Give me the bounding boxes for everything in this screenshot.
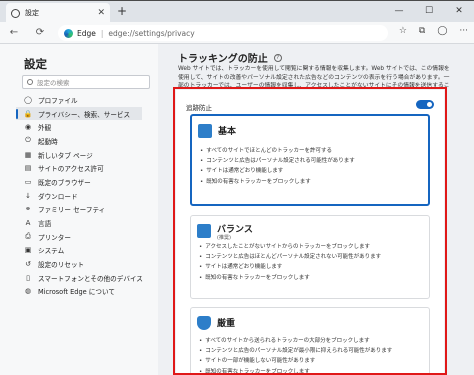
- address-bar[interactable]: Edge | edge://settings/privacy: [58, 25, 388, 41]
- sidebar-item[interactable]: ↓ ダウンロード: [24, 189, 154, 203]
- close-tab-icon[interactable]: ✕: [97, 8, 105, 18]
- phone-icon: ▯: [26, 273, 30, 282]
- tab-title: 設定: [25, 9, 39, 17]
- printer-icon: ⎙: [25, 232, 31, 241]
- search-icon: [27, 79, 33, 85]
- toolbar-actions: ☆ ⧉ ◯ ···: [399, 26, 468, 36]
- sidebar-item[interactable]: ◯ プロファイル: [24, 93, 154, 107]
- reset-icon: ↺: [25, 260, 31, 269]
- language-icon: A: [25, 219, 31, 228]
- collections-icon[interactable]: ⧉: [419, 26, 425, 36]
- sidebar-item-label: 言語: [38, 220, 52, 229]
- sidebar-item[interactable]: ▭ 既定のブラウザー: [24, 175, 154, 189]
- url-text: edge://settings/privacy: [108, 28, 195, 38]
- window-controls: — ☐ ✕: [384, 1, 474, 21]
- sidebar-item-label: プライバシー、検索、サービス: [38, 110, 131, 119]
- sidebar-item-label: 起動時: [38, 137, 58, 146]
- sidebar-item-label: 設定のリセット: [38, 261, 85, 270]
- newtab-icon: ▦: [24, 150, 32, 159]
- sidebar-item-label: プリンター: [38, 233, 71, 242]
- menu-icon[interactable]: ···: [459, 26, 468, 36]
- sidebar-item-label: Microsoft Edge について: [38, 288, 115, 297]
- edge-icon: ◍: [24, 287, 32, 296]
- appearance-icon: ◉: [24, 123, 32, 132]
- sidebar-item[interactable]: ▦ 新しいタブ ページ: [24, 148, 154, 162]
- sidebar-item[interactable]: ⏻ 起動時: [24, 134, 154, 148]
- minimize-button[interactable]: —: [384, 1, 414, 21]
- permissions-icon: ▤: [24, 164, 32, 173]
- lock-icon: 🔒: [23, 109, 33, 118]
- sidebar-item-label: サイトのアクセス許可: [38, 165, 104, 174]
- tab-settings[interactable]: 設定 ✕: [6, 3, 110, 23]
- sidebar-item[interactable]: ▯ スマートフォンとその他のデバイス: [24, 271, 154, 285]
- sidebar-item-label: ダウンロード: [38, 192, 78, 201]
- page-title-text: トラッキングの防止: [178, 54, 268, 65]
- sidebar-item-label: 新しいタブ ページ: [38, 151, 93, 160]
- info-icon[interactable]: ?: [273, 53, 282, 62]
- browser-toolbar: ← ⟳ Edge | edge://settings/privacy ☆ ⧉ ◯…: [0, 22, 474, 44]
- site-name: Edge: [77, 28, 96, 38]
- browser-icon: ▭: [24, 177, 32, 186]
- sidebar-item-label: 既定のブラウザー: [38, 178, 91, 187]
- family-icon: ⚭: [25, 205, 31, 214]
- sidebar-nav: ◯ プロファイル 🔒 プライバシー、検索、サービス ◉ 外観 ⏻ 起動時 ▦ 新しいタブ ページ ▤…: [16, 93, 154, 299]
- settings-search-input[interactable]: 設定の検索: [22, 75, 150, 89]
- highlight-box: [173, 87, 447, 375]
- sidebar-item-label: 外観: [38, 124, 52, 133]
- sidebar-item[interactable]: ◉ 外観: [24, 120, 154, 134]
- close-window-button[interactable]: ✕: [444, 1, 474, 21]
- sidebar-item-label: プロファイル: [38, 96, 78, 105]
- power-icon: ⏻: [25, 136, 31, 145]
- edge-logo-icon: [64, 28, 73, 38]
- gear-icon: [11, 8, 20, 18]
- sidebar-item[interactable]: ▤ サイトのアクセス許可: [24, 161, 154, 175]
- sidebar-item[interactable]: A 言語: [24, 216, 154, 230]
- download-icon: ↓: [25, 191, 31, 200]
- refresh-button[interactable]: ⟳: [32, 27, 48, 38]
- sidebar-item-label: システム: [38, 247, 65, 256]
- sidebar-item[interactable]: ⎙ プリンター: [24, 230, 154, 244]
- profile-icon[interactable]: ◯: [437, 26, 447, 36]
- sidebar-item[interactable]: 🔒 プライバシー、検索、サービス: [16, 106, 142, 121]
- sidebar-item[interactable]: ↺ 設定のリセット: [24, 257, 154, 271]
- sidebar-item[interactable]: ◍ Microsoft Edge について: [24, 285, 154, 299]
- sidebar-title: 設定: [24, 57, 47, 71]
- page-title: トラッキングの防止 ?: [178, 50, 282, 65]
- sidebar-item-label: ファミリー セーフティ: [38, 206, 106, 215]
- address-separator: |: [100, 28, 104, 38]
- sidebar-item-label: スマートフォンとその他のデバイス: [38, 274, 143, 283]
- new-tab-button[interactable]: +: [117, 4, 127, 18]
- system-icon: ▣: [24, 246, 32, 255]
- settings-main: トラッキングの防止 ? Web サイトでは、トラッカーを使用して閲覧に関する情報…: [158, 44, 474, 375]
- sidebar-item[interactable]: ▣ システム: [24, 244, 154, 258]
- favorite-icon[interactable]: ☆: [399, 26, 407, 36]
- search-placeholder: 設定の検索: [37, 79, 70, 87]
- maximize-button[interactable]: ☐: [414, 1, 444, 21]
- tab-strip: 設定 ✕ + — ☐ ✕: [0, 0, 474, 23]
- back-button[interactable]: ←: [6, 27, 22, 38]
- settings-sidebar: 設定 設定の検索 ◯ プロファイル 🔒 プライバシー、検索、サービス ◉ 外観 ⏻ 起動時 ▦ 新…: [0, 44, 158, 375]
- sidebar-item[interactable]: ⚭ ファミリー セーフティ: [24, 203, 154, 217]
- person-icon: ◯: [24, 95, 32, 104]
